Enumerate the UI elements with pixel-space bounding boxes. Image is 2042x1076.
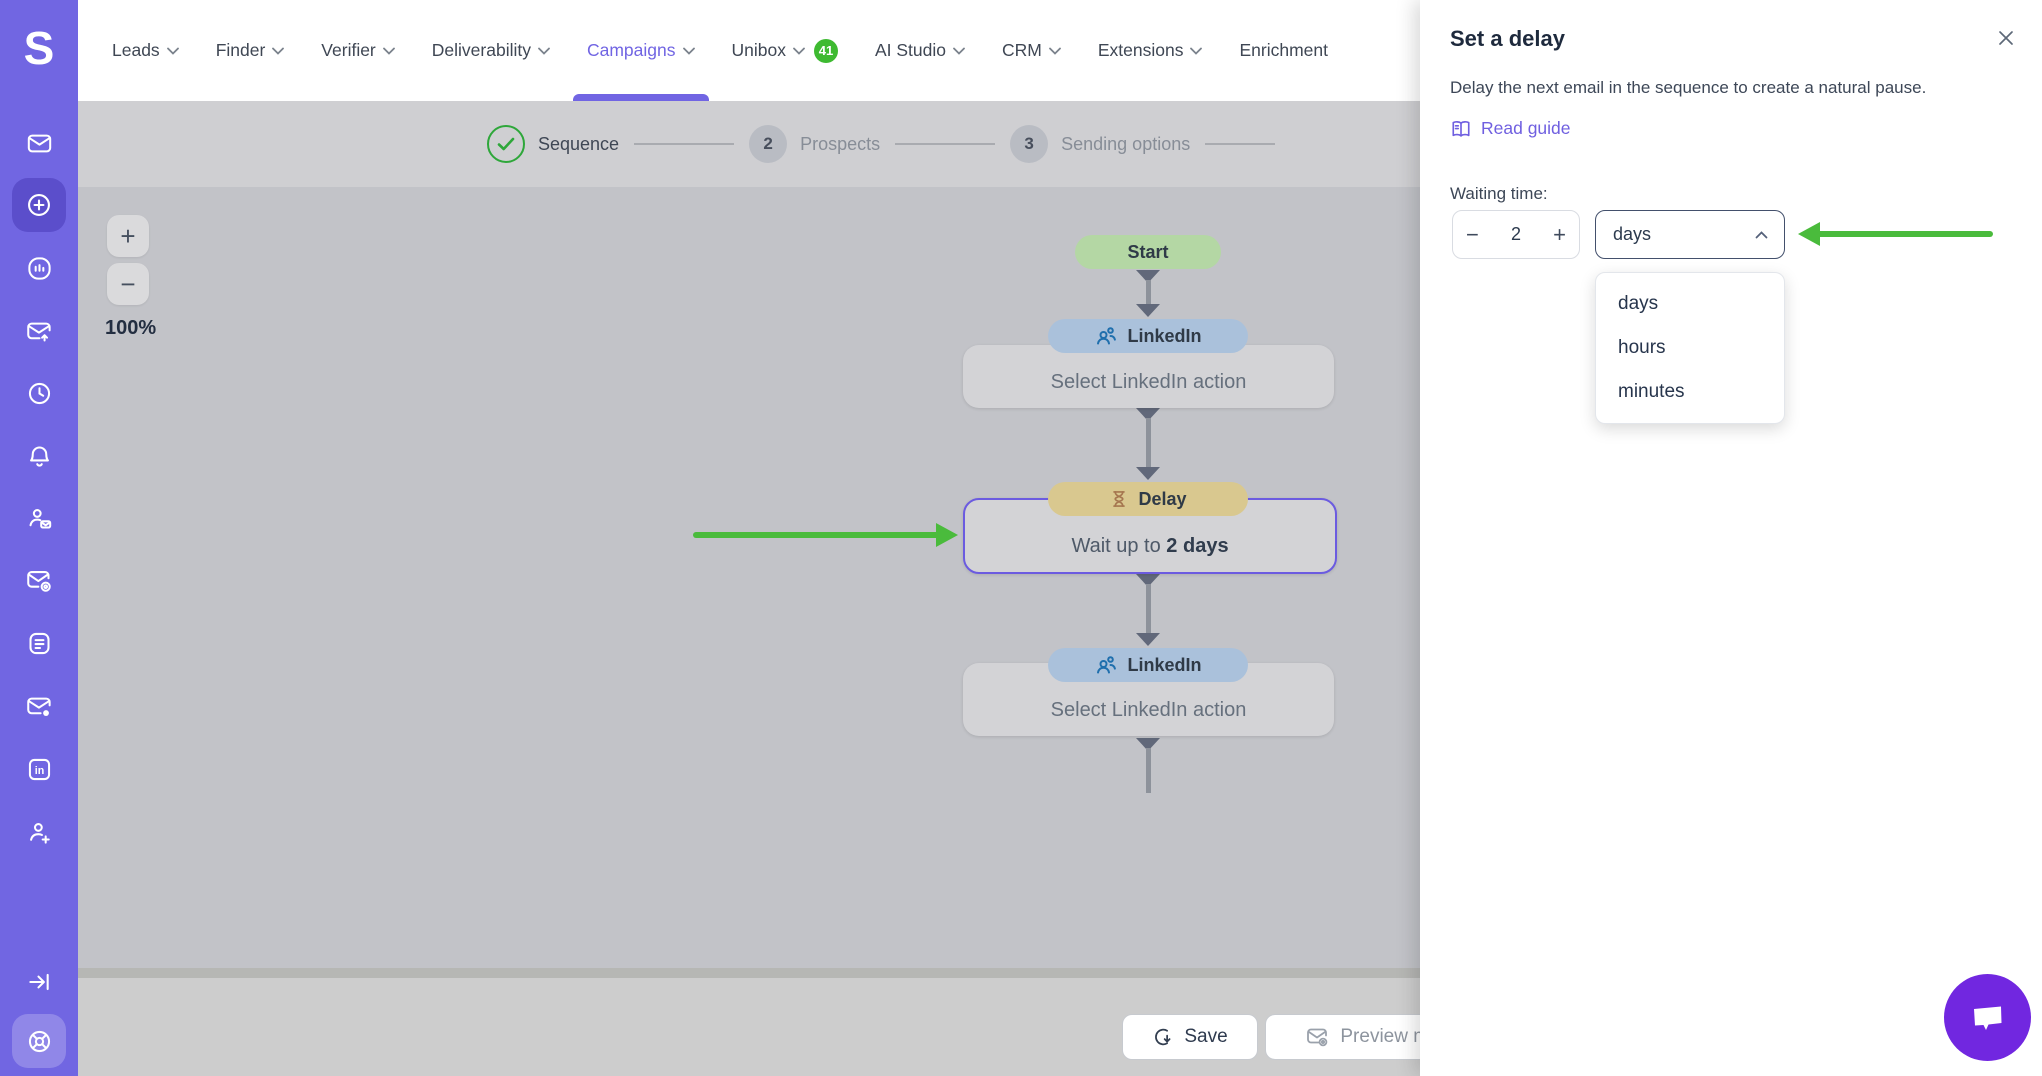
- chevron-down-icon: [1190, 47, 1202, 55]
- step-done-check-icon: [487, 125, 525, 163]
- step-connector: [634, 143, 734, 145]
- save-icon: [1152, 1026, 1174, 1048]
- decrease-button[interactable]: −: [1466, 224, 1479, 246]
- set-delay-panel: Set a delay Delay the next email in the …: [1420, 0, 2042, 1076]
- step-number: 2: [749, 125, 787, 163]
- panel-description: Delay the next email in the sequence to …: [1450, 78, 1926, 98]
- chevron-down-icon: [383, 47, 395, 55]
- unit-option-minutes[interactable]: minutes: [1596, 370, 1784, 414]
- nav-item-unibox[interactable]: Unibox41: [732, 0, 838, 101]
- canvas-footer: Save Preview me: [78, 978, 1420, 1076]
- top-nav: Leads Finder Verifier Deliverability Cam…: [78, 0, 1420, 101]
- nav-item-enrichment[interactable]: Enrichment: [1239, 0, 1328, 101]
- zoom-in-button[interactable]: +: [107, 215, 149, 257]
- svg-text:in: in: [34, 765, 43, 777]
- linkedin-icon[interactable]: in: [12, 742, 66, 796]
- nav-item-deliverability[interactable]: Deliverability: [432, 0, 550, 101]
- clock-icon[interactable]: [12, 366, 66, 420]
- email-preview-icon: [1306, 1025, 1330, 1049]
- contact-book-icon[interactable]: [12, 491, 66, 545]
- chevron-down-icon: [953, 47, 965, 55]
- chat-widget-button[interactable]: [1944, 974, 2031, 1061]
- people-icon: [1094, 324, 1118, 348]
- time-unit-dropdown[interactable]: days: [1595, 210, 1785, 259]
- close-icon: [1996, 28, 2016, 48]
- step-connector: [1205, 143, 1275, 145]
- people-icon: [1094, 653, 1118, 677]
- app-window: S in: [0, 0, 2042, 1076]
- nav-item-extensions[interactable]: Extensions: [1098, 0, 1203, 101]
- analytics-icon[interactable]: [12, 241, 66, 295]
- chat-bubble-icon: [1967, 999, 2009, 1037]
- help-icon[interactable]: [12, 1014, 66, 1068]
- chevron-up-icon: [1755, 231, 1768, 239]
- chevron-down-icon: [793, 47, 805, 55]
- increase-button[interactable]: +: [1553, 224, 1566, 246]
- time-unit-value: days: [1613, 224, 1651, 245]
- waiting-time-value: 2: [1511, 224, 1521, 245]
- nav-item-crm[interactable]: CRM: [1002, 0, 1061, 101]
- flow-connector: [1134, 738, 1162, 790]
- bell-icon[interactable]: [12, 429, 66, 483]
- delay-step-pill[interactable]: Delay: [1048, 482, 1248, 516]
- nav-item-verifier[interactable]: Verifier: [321, 0, 394, 101]
- step-number: 3: [1010, 125, 1048, 163]
- unit-option-days[interactable]: days: [1596, 282, 1784, 326]
- step-prospects[interactable]: 2 Prospects: [749, 125, 880, 163]
- step-sequence[interactable]: Sequence: [487, 125, 619, 163]
- chevron-down-icon: [272, 47, 284, 55]
- unibox-count-badge: 41: [814, 39, 838, 63]
- linkedin-step-pill[interactable]: LinkedIn: [1048, 648, 1248, 682]
- step-sending-options[interactable]: 3 Sending options: [1010, 125, 1190, 163]
- create-campaign-icon[interactable]: [12, 178, 66, 232]
- horizontal-scrollbar[interactable]: [78, 968, 1420, 978]
- annotation-arrow-dropdown: [1798, 222, 1993, 246]
- email-send-icon[interactable]: [12, 304, 66, 358]
- chevron-down-icon: [683, 47, 695, 55]
- chevron-down-icon: [538, 47, 550, 55]
- waiting-time-label: Waiting time:: [1450, 184, 1548, 204]
- sidebar: S in: [0, 0, 78, 1076]
- zoom-level: 100%: [105, 317, 156, 340]
- panel-title: Set a delay: [1450, 26, 1565, 52]
- zoom-out-button[interactable]: −: [107, 263, 149, 305]
- notes-icon[interactable]: [12, 616, 66, 670]
- email-at-icon[interactable]: [12, 553, 66, 607]
- unit-option-hours[interactable]: hours: [1596, 326, 1784, 370]
- nav-item-campaigns[interactable]: Campaigns: [587, 0, 695, 101]
- nav-item-ai-studio[interactable]: AI Studio: [875, 0, 965, 101]
- sequence-canvas: [78, 187, 1420, 968]
- wizard-steps-bar: Sequence 2 Prospects 3 Sending options: [78, 101, 1420, 187]
- flow-connector: [1134, 574, 1162, 646]
- waiting-time-stepper: − 2 +: [1452, 210, 1580, 259]
- start-node[interactable]: Start: [1075, 235, 1221, 269]
- chevron-down-icon: [1049, 47, 1061, 55]
- flow-connector: [1134, 270, 1162, 317]
- nav-item-finder[interactable]: Finder: [216, 0, 285, 101]
- book-icon: [1450, 119, 1472, 139]
- email-status-icon[interactable]: [12, 679, 66, 733]
- linkedin-step-card[interactable]: Select LinkedIn action: [963, 345, 1334, 408]
- time-unit-menu: days hours minutes: [1595, 272, 1785, 424]
- add-user-icon[interactable]: [12, 805, 66, 859]
- annotation-arrow-delay: [693, 523, 958, 547]
- mail-icon[interactable]: [12, 116, 66, 170]
- collapse-sidebar-icon[interactable]: [12, 955, 66, 1009]
- step-connector: [895, 143, 995, 145]
- chevron-down-icon: [167, 47, 179, 55]
- app-logo[interactable]: S: [0, 0, 78, 96]
- hourglass-icon: [1109, 489, 1129, 509]
- linkedin-step-pill[interactable]: LinkedIn: [1048, 319, 1248, 353]
- read-guide-link[interactable]: Read guide: [1450, 118, 1571, 139]
- close-panel-button[interactable]: [1992, 24, 2020, 52]
- flow-connector: [1134, 408, 1162, 480]
- save-button[interactable]: Save: [1122, 1014, 1258, 1060]
- nav-item-leads[interactable]: Leads: [112, 0, 179, 101]
